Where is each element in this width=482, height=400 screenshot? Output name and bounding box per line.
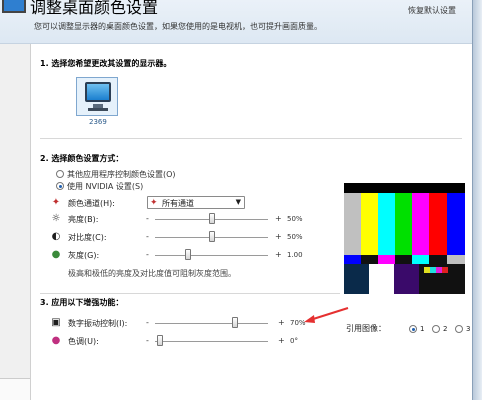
gamma-value: 1.00 [287, 251, 303, 259]
monitor-label: 2369 [89, 118, 107, 126]
color-channel-icon: ✦ [51, 197, 61, 208]
channel-select[interactable]: ✦ 所有通道 ▼ [147, 196, 245, 209]
monitor-base [88, 108, 108, 111]
channel-select-value: 所有通道 [162, 199, 194, 208]
plus-sign: + [275, 250, 282, 259]
minus-sign: - [146, 250, 149, 259]
gamma-icon: ● [51, 249, 61, 260]
reference-image-label: 引用图像： [346, 324, 386, 333]
hue-label: 色调(U): [68, 337, 99, 346]
hue-value: 0° [290, 337, 298, 345]
brightness-label: 亮度(B): [68, 215, 99, 224]
contrast-value: 50% [287, 233, 303, 241]
minus-sign: - [146, 318, 149, 327]
plus-sign: + [275, 214, 282, 223]
divider [40, 293, 340, 294]
brightness-slider-thumb[interactable] [209, 213, 215, 224]
reference-radio-3[interactable] [455, 325, 463, 333]
plus-sign: + [278, 336, 285, 345]
reference-radio-2-label: 2 [443, 325, 448, 333]
minus-sign: - [146, 214, 149, 223]
contrast-label: 对比度(C): [68, 233, 107, 242]
section-1-title: 1. 选择您希望更改其设置的显示器。 [40, 59, 172, 68]
annotation-arrow [304, 307, 349, 323]
vibrance-label: 数字振动控制(I): [68, 319, 128, 328]
window-right-edge [472, 0, 482, 400]
hue-slider-thumb[interactable] [157, 335, 163, 346]
section-3-title: 3. 应用以下增强功能： [40, 298, 124, 307]
radio-nvidia-settings[interactable] [56, 182, 64, 190]
contrast-slider-thumb[interactable] [209, 231, 215, 242]
divider [40, 138, 462, 139]
vibrance-slider-track[interactable] [155, 323, 268, 324]
section-2-title: 2. 选择颜色设置方式： [40, 154, 124, 163]
header: 调整桌面颜色设置 恢复默认设置 您可以调整显示器的桌面颜色设置，如果您使用的是电… [0, 0, 482, 44]
gamma-slider-track[interactable] [155, 255, 268, 256]
page-subtitle: 您可以调整显示器的桌面颜色设置，如果您使用的是电视机，也可提升画面质量。 [34, 22, 322, 31]
display-settings-icon [2, 0, 26, 13]
reference-radio-2[interactable] [432, 325, 440, 333]
sun-icon: ☼ [51, 213, 61, 224]
hue-slider-track[interactable] [155, 341, 268, 342]
brightness-contrast-note: 极高和极低的亮度及对比度值可阻制灰度范围。 [68, 269, 236, 278]
monitor-icon [85, 82, 111, 102]
minus-sign: - [146, 232, 149, 241]
test-pattern-image [344, 183, 465, 294]
radio-other-apps-label: 其他应用程序控制颜色设置(O) [67, 170, 176, 179]
color-channel-icon: ✦ [150, 198, 158, 208]
reference-radio-3-label: 3 [466, 325, 471, 333]
reference-radio-1[interactable] [409, 325, 417, 333]
gamma-slider-thumb[interactable] [185, 249, 191, 260]
monitor-tile[interactable] [76, 77, 118, 116]
plus-sign: + [275, 232, 282, 241]
plus-sign: + [278, 318, 285, 327]
brightness-value: 50% [287, 215, 303, 223]
reference-radio-1-label: 1 [420, 325, 425, 333]
hue-icon: ● [51, 335, 61, 346]
vibrance-slider-thumb[interactable] [232, 317, 238, 328]
left-panel-fragment [0, 378, 30, 400]
restore-defaults-link[interactable]: 恢复默认设置 [408, 5, 456, 16]
page-title: 调整桌面颜色设置 [30, 0, 159, 17]
vibrance-icon: ▣ [51, 317, 61, 328]
minus-sign: - [146, 336, 149, 345]
chevron-down-icon: ▼ [235, 198, 241, 206]
radio-other-apps[interactable] [56, 170, 64, 178]
channel-label: 颜色通道(H): [68, 199, 115, 208]
gamma-label: 灰度(G): [68, 251, 100, 260]
radio-nvidia-settings-label: 使用 NVIDIA 设置(S) [67, 182, 144, 191]
contrast-icon: ◐ [51, 231, 61, 242]
